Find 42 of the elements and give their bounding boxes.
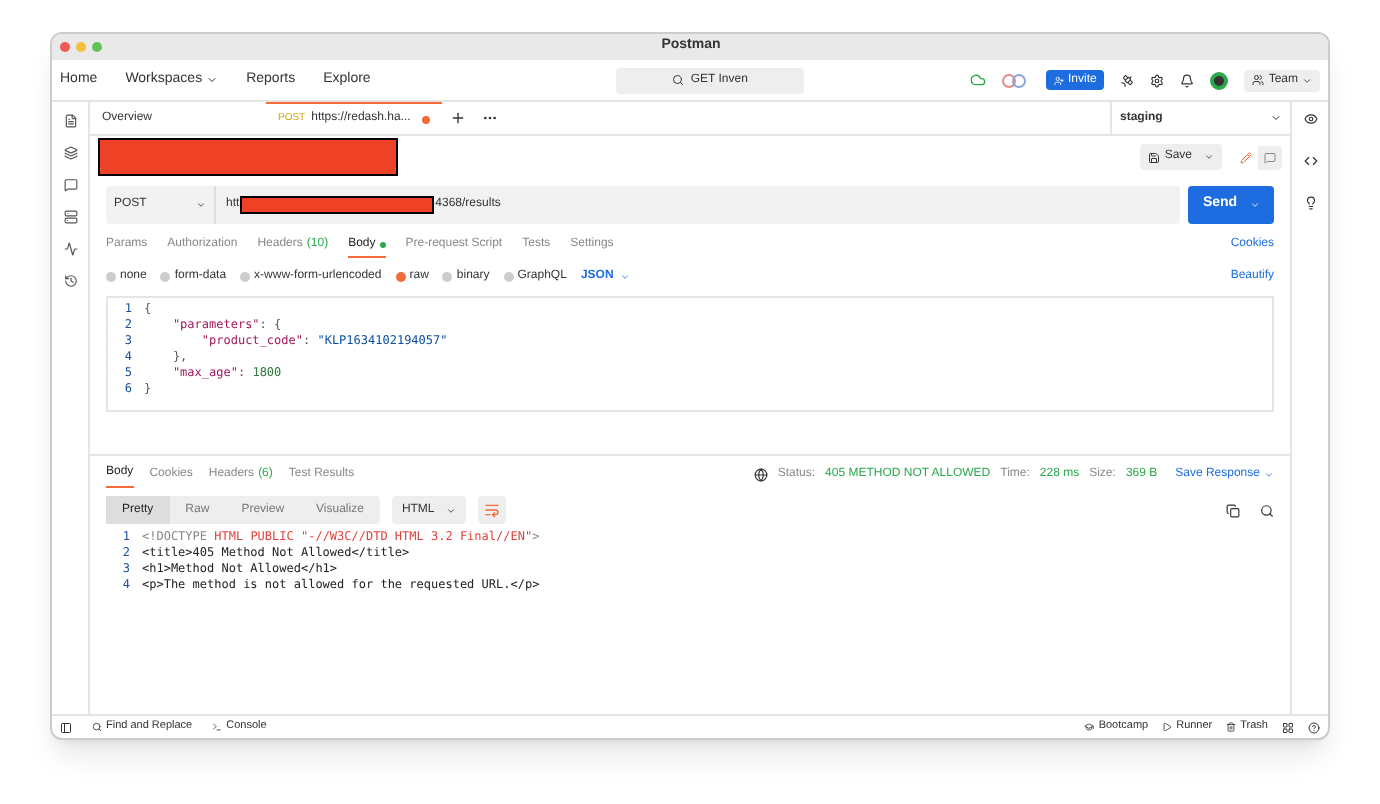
- chevron-icon[interactable]: [1270, 112, 1282, 124]
- graduation-cap-icon: [1084, 722, 1095, 732]
- users-icon: [1252, 74, 1265, 86]
- cloud-icon[interactable]: [969, 72, 986, 88]
- grid-icon[interactable]: [1282, 721, 1294, 733]
- satellite-icon[interactable]: [1120, 73, 1135, 87]
- search-icon: [92, 722, 102, 732]
- code-icon[interactable]: [1303, 154, 1317, 168]
- sidebar-icon[interactable]: [63, 210, 77, 224]
- lightbulb-icon[interactable]: [1303, 196, 1317, 210]
- sidebar-icon[interactable]: [63, 146, 77, 160]
- new-tab-icon[interactable]: [450, 110, 466, 126]
- sidebar-icon[interactable]: [63, 274, 77, 288]
- sidebar-icon[interactable]: [63, 114, 77, 128]
- sidebar-toggle-icon[interactable]: [60, 721, 72, 733]
- save-icon: [1148, 151, 1161, 163]
- chevron-icon: [619, 271, 630, 281]
- search-icon: [672, 74, 685, 86]
- avatars-icon: [1001, 73, 1030, 87]
- help-icon[interactable]: [1308, 721, 1320, 733]
- chevron-icon: [1204, 152, 1214, 162]
- eye-icon[interactable]: [1303, 112, 1317, 126]
- chevron-icon: [1249, 200, 1260, 210]
- copy-icon[interactable]: [1226, 503, 1240, 517]
- globe-icon[interactable]: [753, 467, 768, 481]
- sidebar-icon[interactable]: [63, 242, 77, 256]
- terminal-icon: [212, 722, 223, 732]
- chevron-icon: [206, 74, 219, 86]
- wrap-icon[interactable]: [478, 496, 507, 524]
- chevron-icon: [1264, 469, 1274, 479]
- chevron-icon: [446, 505, 457, 515]
- chevron-icon: [1302, 75, 1312, 85]
- play-icon: [1162, 722, 1173, 732]
- trash-icon: [1226, 722, 1237, 732]
- user-plus-icon: [1053, 75, 1064, 85]
- settings-icon[interactable]: [1150, 73, 1165, 87]
- close-icon[interactable]: [60, 42, 70, 52]
- avatar-icon[interactable]: [1210, 71, 1229, 89]
- sidebar-icon[interactable]: [63, 178, 77, 192]
- bell-icon[interactable]: [1180, 73, 1195, 87]
- search-icon[interactable]: [1260, 503, 1274, 517]
- chevron-icon: [196, 200, 206, 210]
